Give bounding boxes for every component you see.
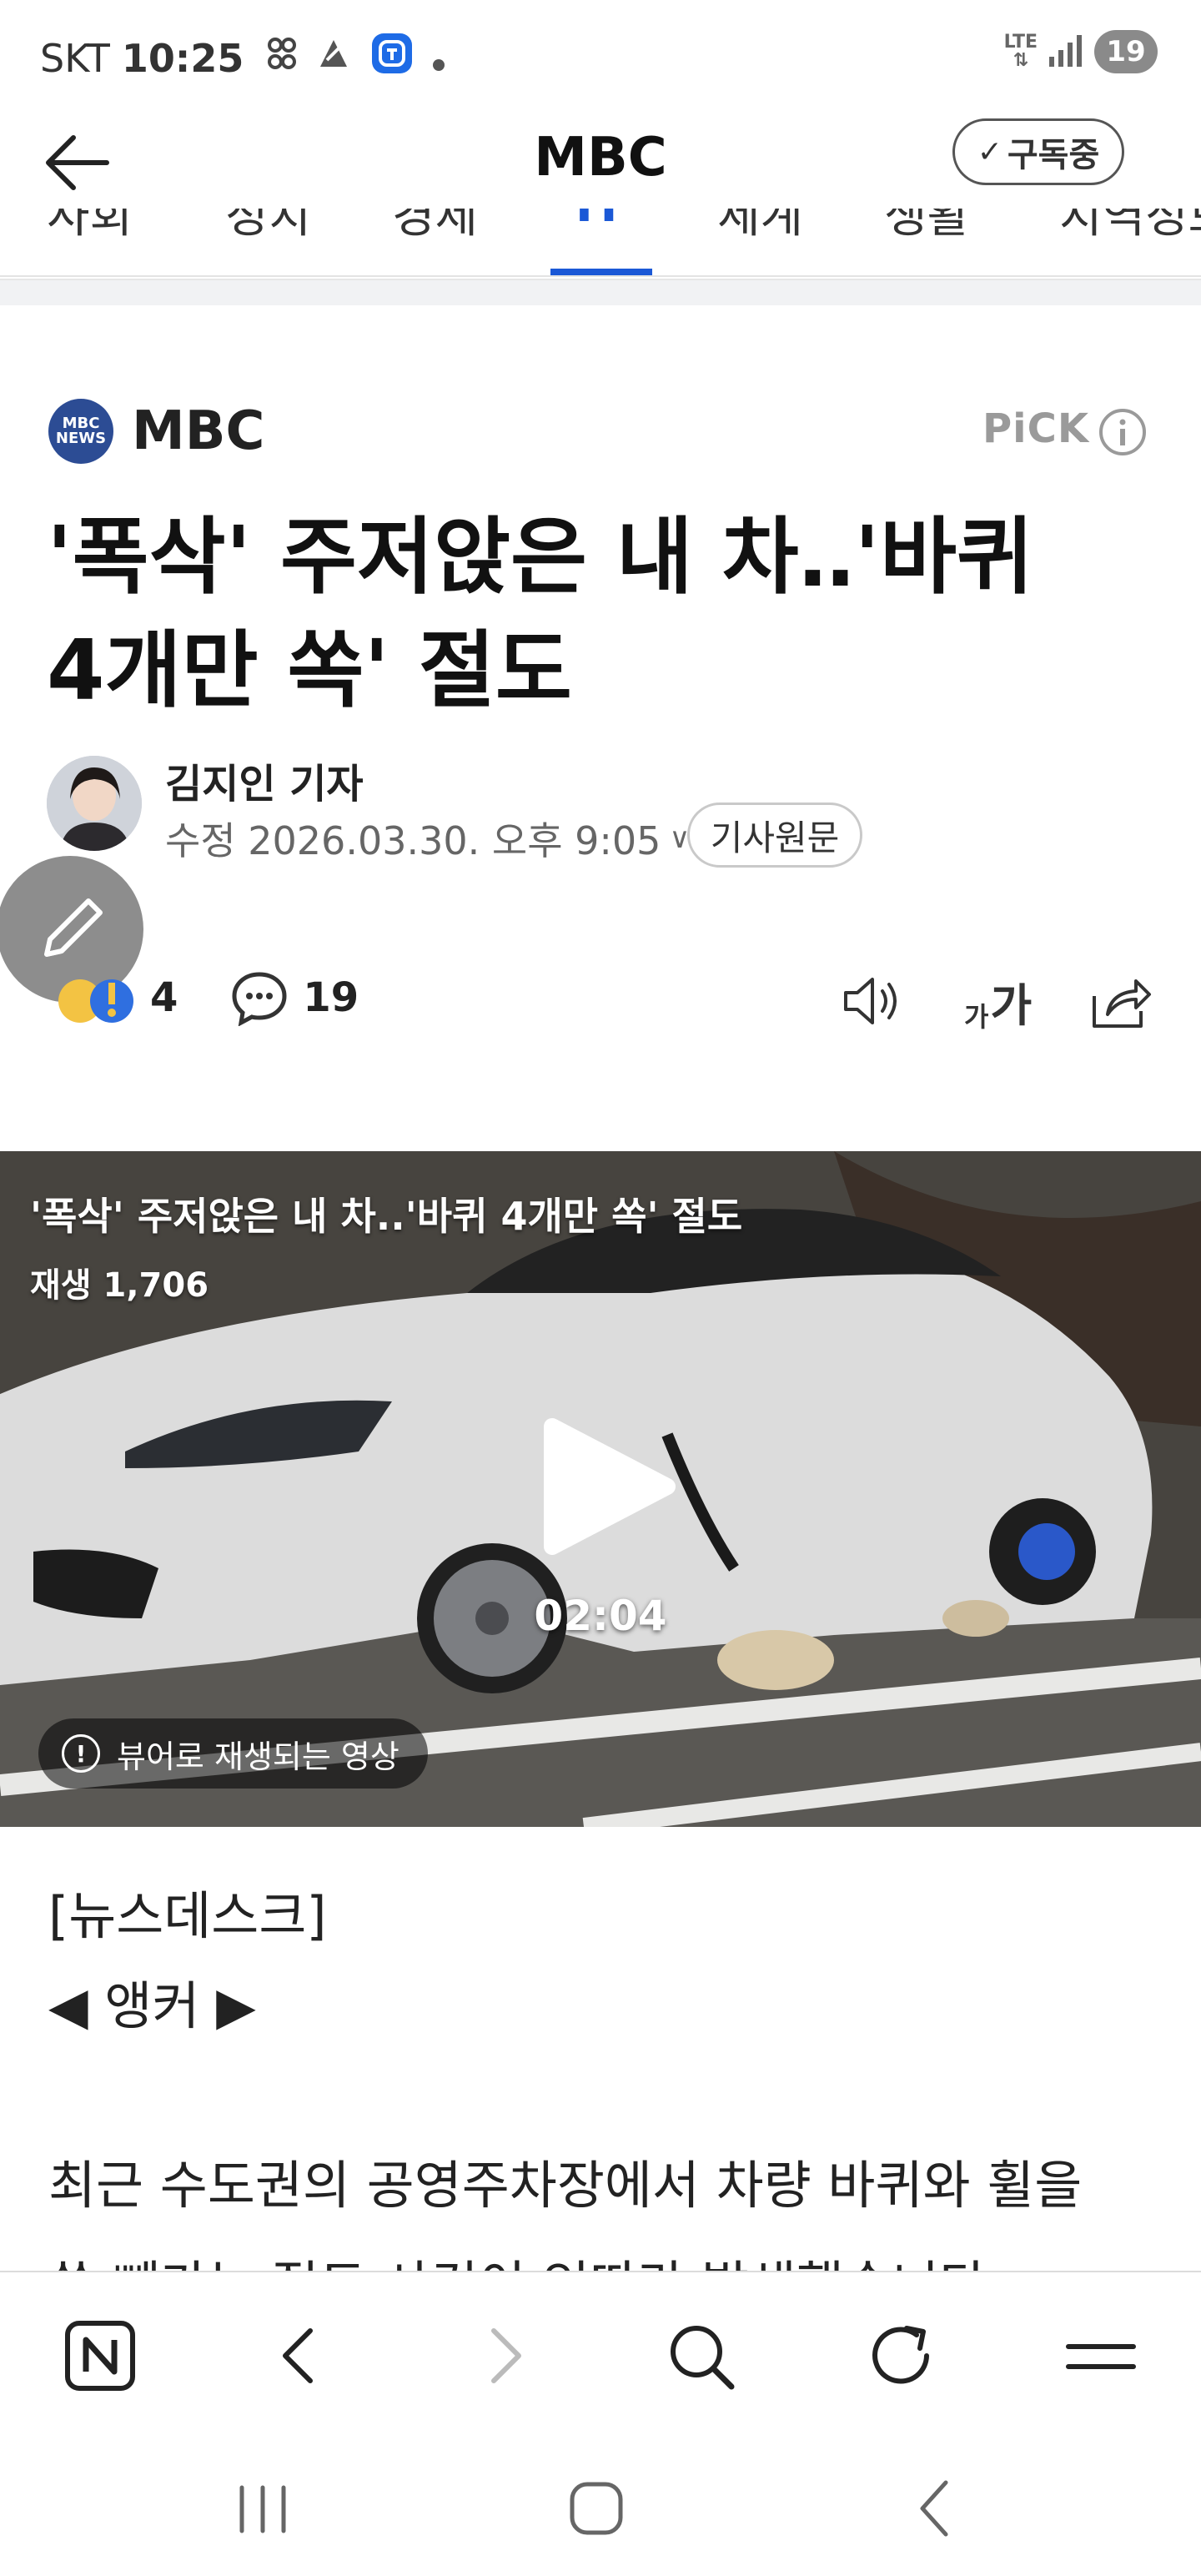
tab-it[interactable]: IT	[575, 209, 625, 233]
app-bar: MBC ✓ 구독중	[0, 108, 1201, 209]
status-bar: SKT 10:25 LTE ⇅ 19	[0, 0, 1201, 108]
signal-icon	[1048, 32, 1084, 72]
exclamation-icon: !	[62, 1734, 100, 1773]
recent-apps-icon	[239, 2485, 286, 2533]
font-size-button[interactable]: 가 가	[964, 968, 1041, 1034]
headline-line-2: 4개만 쏙' 절도	[47, 621, 572, 719]
section-divider	[0, 279, 1201, 305]
subscribe-label: 구독중	[1007, 136, 1100, 174]
system-navigation-bar	[0, 2429, 1201, 2576]
subscribe-button[interactable]: ✓ 구독중	[952, 118, 1124, 185]
recent-apps-button[interactable]	[225, 2471, 300, 2546]
tab-economy[interactable]: 경제	[392, 209, 478, 246]
battery-indicator: 19	[1094, 30, 1158, 73]
font-size-small-label: 가	[964, 1001, 989, 1033]
reaction-emoji-icon[interactable]	[50, 964, 150, 1031]
tts-button[interactable]	[839, 968, 906, 1034]
dot-icon	[432, 36, 445, 81]
home-button[interactable]	[559, 2471, 634, 2546]
menu-button[interactable]	[1059, 2314, 1143, 2397]
t-app-icon	[370, 32, 414, 84]
clock: 10:25	[121, 35, 244, 81]
reporter-avatar[interactable]	[47, 756, 142, 851]
check-icon: ✓	[977, 134, 1003, 169]
category-tabs: 사회 정치 경제 IT 세계 생활 지역정보	[0, 209, 1201, 277]
speaker-icon	[844, 978, 897, 1024]
video-view-count: 재생 1,706	[30, 1266, 209, 1305]
refresh-button[interactable]	[859, 2314, 942, 2397]
share-button[interactable]	[1086, 968, 1153, 1034]
anchor-label: ◀ 앵커 ▶	[48, 1975, 256, 2036]
press-info[interactable]: MBC NEWS MBC	[48, 399, 264, 464]
browser-forward-button[interactable]	[462, 2314, 545, 2397]
play-icon	[544, 1418, 676, 1555]
info-icon[interactable]	[1098, 407, 1148, 457]
forward-icon	[491, 2328, 521, 2383]
share-icon	[1093, 979, 1151, 1028]
network-label: LTE ⇅	[1003, 32, 1038, 71]
system-back-button[interactable]	[897, 2471, 972, 2546]
search-icon	[671, 2326, 735, 2390]
press-name: MBC	[132, 400, 265, 462]
press-logo: MBC NEWS	[48, 399, 113, 464]
original-article-button[interactable]: 기사원문	[687, 802, 862, 868]
viewer-notice-text: 뷰어로 재생되는 영상	[117, 1738, 399, 1775]
browser-back-button[interactable]	[259, 2314, 342, 2397]
article-date[interactable]: 수정 2026.03.30. 오후 9:05 ∨	[165, 811, 690, 866]
font-size-large-label: 가	[990, 979, 1033, 1032]
reaction-count: 4	[150, 974, 178, 1021]
section-tag: [뉴스데스크]	[48, 1885, 327, 1946]
date-text: 수정 2026.03.30. 오후 9:05	[165, 818, 661, 863]
search-button[interactable]	[659, 2314, 742, 2397]
video-title: '폭삭' 주저앉은 내 차..'바퀴 4개만 쏙' 절도	[30, 1194, 743, 1239]
home-icon	[570, 2482, 623, 2535]
system-back-icon	[920, 2480, 948, 2537]
headline-line-1: '폭삭' 주저앉은 내 차‥'바퀴	[47, 508, 1033, 606]
refresh-icon	[872, 2326, 929, 2384]
article-headline: '폭삭' 주저앉은 내 차‥'바퀴 4개만 쏙' 절도	[47, 501, 1164, 727]
tab-politics[interactable]: 정치	[225, 209, 311, 246]
back-icon	[283, 2328, 313, 2383]
naver-home-button[interactable]	[58, 2314, 142, 2397]
comment-icon[interactable]	[231, 969, 288, 1026]
tab-local[interactable]: 지역정보	[1059, 209, 1201, 246]
video-player[interactable]: '폭삭' 주저앉은 내 차..'바퀴 4개만 쏙' 절도 재생 1,706 02…	[0, 1151, 1201, 1827]
menu-icon	[1066, 2344, 1136, 2369]
tab-life[interactable]: 생활	[884, 209, 970, 246]
status-right: LTE ⇅ 19	[1004, 30, 1158, 73]
status-left: SKT 10:25	[40, 32, 464, 84]
video-duration: 02:04	[534, 1592, 667, 1640]
app-icon	[315, 35, 352, 81]
carrier-label: SKT	[40, 35, 110, 81]
reporter-name[interactable]: 김지인 기자	[165, 751, 364, 809]
active-tab-indicator	[550, 269, 652, 275]
link-icon	[267, 35, 297, 81]
viewer-notice-badge: ! 뷰어로 재생되는 영상	[38, 1718, 428, 1789]
naver-home-icon	[65, 2321, 135, 2391]
tab-society[interactable]: 사회	[47, 209, 133, 246]
browser-toolbar	[0, 2271, 1201, 2429]
body-line-1: 최근 수도권의 공영주차장에서 차량 바퀴와 휠을	[48, 2155, 1083, 2216]
reaction-bar: 4 19	[50, 964, 359, 1031]
comment-count[interactable]: 19	[303, 974, 359, 1021]
pick-badge: PiCK	[982, 405, 1090, 452]
play-button[interactable]	[534, 1411, 684, 1562]
tab-world[interactable]: 세계	[717, 209, 803, 246]
